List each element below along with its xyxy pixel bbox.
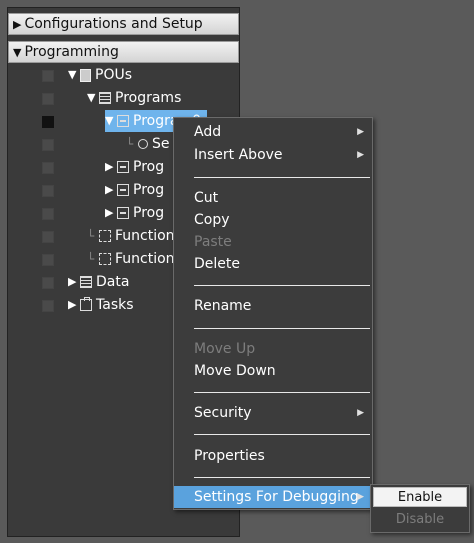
- function-icon: [99, 230, 111, 242]
- tree-item-label: Prog: [133, 205, 165, 221]
- menu-item-label: Move Down: [194, 363, 276, 379]
- menu-item-rename[interactable]: Rename: [174, 295, 372, 317]
- tree-connector: └: [126, 137, 134, 151]
- tree-item-label: Se: [152, 136, 170, 152]
- submenu-item-disable: Disable: [373, 510, 467, 530]
- tree-item-label: Function: [115, 228, 175, 244]
- menu-separator: [194, 328, 370, 329]
- expand-arrow-icon[interactable]: ▶: [13, 18, 21, 31]
- menu-item-label: Properties: [194, 448, 265, 464]
- program-folder-icon: [99, 92, 111, 104]
- menu-item-delete[interactable]: Delete: [174, 253, 372, 275]
- menu-separator: [194, 477, 370, 478]
- submenu-item-enable[interactable]: Enable: [373, 487, 467, 507]
- status-square: [42, 93, 54, 105]
- menu-item-cut[interactable]: Cut: [174, 187, 372, 209]
- menu-separator: [194, 177, 370, 178]
- debugging-submenu: Enable Disable: [370, 484, 470, 533]
- status-square: [42, 300, 54, 312]
- section-programming[interactable]: ▼ Programming: [8, 41, 239, 63]
- menu-separator: [194, 285, 370, 286]
- tree-connector: └: [87, 229, 95, 243]
- function-icon: [99, 253, 111, 265]
- expand-arrow-icon[interactable]: ▶: [68, 271, 80, 293]
- submenu-arrow-icon: ▶: [357, 408, 364, 418]
- status-square: [42, 185, 54, 197]
- expand-arrow-icon[interactable]: ▶: [105, 202, 117, 224]
- tree-item-pous[interactable]: ▼ POUs: [8, 64, 239, 86]
- menu-item-security[interactable]: Security ▶: [174, 402, 372, 424]
- tree-item-label: Tasks: [96, 297, 134, 313]
- menu-item-label: Settings For Debugging: [194, 489, 359, 505]
- collapse-arrow-icon[interactable]: ▼: [68, 64, 80, 86]
- tree-item-label: Programs: [115, 90, 182, 106]
- status-square: [42, 277, 54, 289]
- tree-item-label: Prog: [133, 182, 165, 198]
- menu-item-label: Insert Above: [194, 147, 283, 163]
- menu-item-label: Copy: [194, 212, 230, 228]
- collapse-arrow-icon[interactable]: ▼: [105, 110, 117, 132]
- expand-arrow-icon[interactable]: ▶: [105, 156, 117, 178]
- tree-item-label: Data: [96, 274, 130, 290]
- menu-separator: [194, 392, 370, 393]
- program-icon: [117, 184, 129, 196]
- status-square: [42, 231, 54, 243]
- menu-item-label: Paste: [194, 234, 232, 250]
- menu-item-copy[interactable]: Copy: [174, 209, 372, 231]
- collapse-arrow-icon[interactable]: ▼: [87, 87, 99, 109]
- menu-separator: [194, 434, 370, 435]
- program-icon: [117, 161, 129, 173]
- status-square: [42, 139, 54, 151]
- tree-item-programs[interactable]: ▼ Programs: [8, 87, 239, 109]
- submenu-arrow-icon: ▶: [357, 150, 364, 160]
- status-square: [42, 162, 54, 174]
- menu-item-label: Cut: [194, 190, 219, 206]
- submenu-item-label: Disable: [395, 512, 445, 527]
- menu-item-move-down[interactable]: Move Down: [174, 360, 372, 382]
- submenu-item-label: Enable: [397, 490, 443, 505]
- menu-item-label: Move Up: [194, 341, 256, 357]
- menu-item-add[interactable]: Add ▶: [174, 121, 372, 143]
- submenu-arrow-icon: ▶: [357, 492, 364, 502]
- menu-item-properties[interactable]: Properties: [174, 445, 372, 467]
- menu-item-move-up: Move Up: [174, 338, 372, 360]
- menu-item-insert-above[interactable]: Insert Above ▶: [174, 144, 372, 166]
- status-square: [42, 70, 54, 82]
- section-label: Configurations and Setup: [24, 16, 203, 32]
- menu-item-label: Rename: [194, 298, 252, 314]
- status-square: [42, 116, 54, 128]
- menu-item-paste: Paste: [174, 231, 372, 253]
- submenu-arrow-icon: ▶: [357, 127, 364, 137]
- section-configurations-and-setup[interactable]: ▶ Configurations and Setup: [8, 13, 239, 35]
- expand-arrow-icon[interactable]: ▶: [68, 294, 80, 316]
- collapse-arrow-icon[interactable]: ▼: [13, 46, 21, 59]
- tree-item-label: Function: [115, 251, 175, 267]
- expand-arrow-icon[interactable]: ▶: [105, 179, 117, 201]
- menu-item-label: Add: [194, 124, 222, 140]
- menu-item-label: Security: [194, 405, 252, 421]
- context-menu: Add ▶ Insert Above ▶ Cut Copy Paste Dele…: [173, 117, 373, 510]
- section-icon: [138, 139, 148, 149]
- section-label: Programming: [24, 44, 119, 60]
- status-square: [42, 208, 54, 220]
- menu-item-settings-for-debugging[interactable]: Settings For Debugging ▶: [174, 486, 372, 508]
- menu-item-label: Delete: [194, 256, 240, 272]
- tasks-icon: [80, 297, 92, 311]
- tree-item-label: POUs: [95, 67, 133, 83]
- tree-connector: └: [87, 252, 95, 266]
- tree-item-label: Prog: [133, 159, 165, 175]
- data-table-icon: [80, 276, 92, 288]
- status-square: [42, 254, 54, 266]
- program-icon: [117, 115, 129, 127]
- document-icon: [80, 68, 91, 82]
- program-icon: [117, 207, 129, 219]
